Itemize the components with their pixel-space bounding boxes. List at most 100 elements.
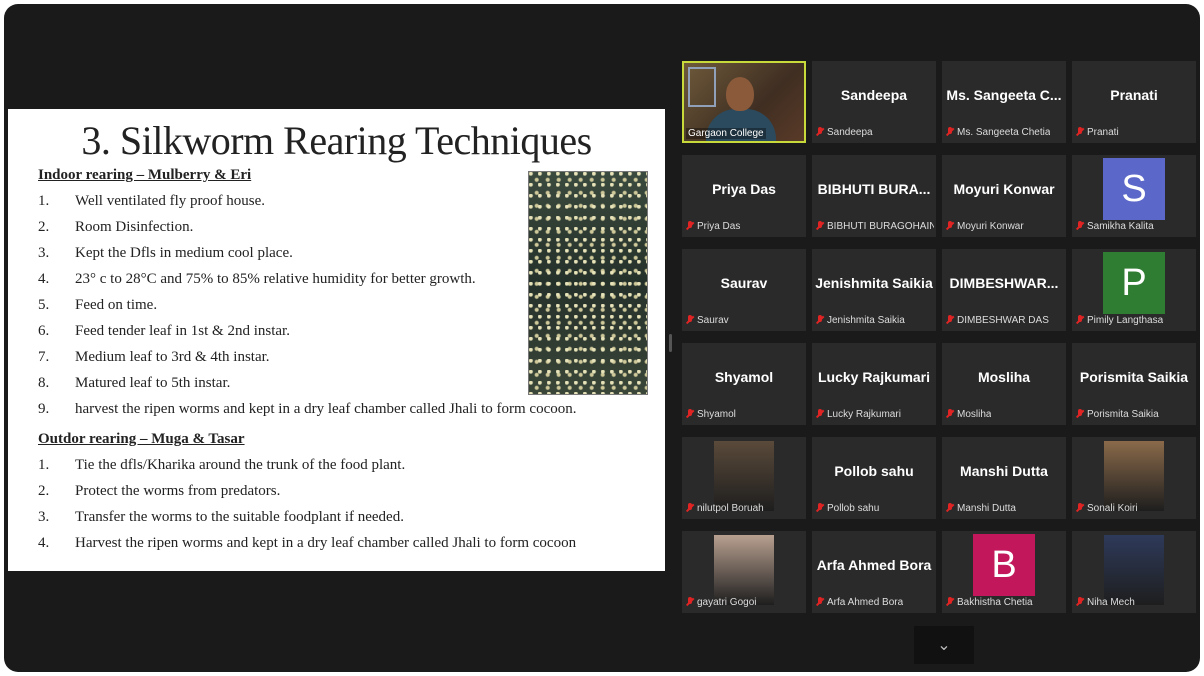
participant-name: Pranati (1110, 87, 1158, 103)
participant-tile[interactable]: S Samikha Kalita (1072, 155, 1196, 237)
outdoor-item-text: Transfer the worms to the suitable foodp… (75, 509, 404, 525)
mic-muted-icon (1076, 503, 1084, 513)
participant-name: Lucky Rajkumari (817, 369, 931, 385)
participant-label: gayatri Gogoi (697, 596, 757, 608)
participant-label: Moyuri Konwar (957, 220, 1024, 232)
participant-tile[interactable]: DIMBESHWAR... DIMBESHWAR DAS (942, 249, 1066, 331)
participant-label-bar: Moyuri Konwar (946, 219, 1024, 233)
mic-muted-icon (686, 315, 694, 325)
participant-label-bar: DIMBESHWAR DAS (946, 313, 1049, 327)
participant-name: Jenishmita Saikia (815, 275, 933, 291)
participant-name: Shyamol (714, 369, 774, 385)
participant-label-bar: Niha Mech (1076, 595, 1135, 609)
indoor-heading: Indoor rearing – Mulberry & Eri (38, 167, 252, 183)
indoor-item-number: 1. (38, 193, 50, 209)
participant-label-bar: Jenishmita Saikia (816, 313, 905, 327)
indoor-item-number: 7. (38, 349, 50, 365)
mic-muted-icon (816, 221, 824, 231)
indoor-item-text: Feed on time. (75, 297, 158, 313)
mic-muted-icon (816, 409, 824, 419)
participant-tile[interactable]: P Pimily Langthasa (1072, 249, 1196, 331)
participant-tile[interactable]: Shyamol Shyamol (682, 343, 806, 425)
participant-label-bar: nilutpol Boruah (686, 501, 764, 515)
participant-label-bar: Saurav (686, 313, 729, 327)
indoor-item-text: Well ventilated fly proof house. (75, 193, 265, 209)
mic-muted-icon (816, 315, 824, 325)
participant-tile[interactable]: Pranati Pranati (1072, 61, 1196, 143)
participant-tile[interactable]: B Bakhistha Chetia (942, 531, 1066, 613)
participant-tile[interactable]: Moyuri Konwar Moyuri Konwar (942, 155, 1066, 237)
mic-muted-icon (686, 597, 694, 607)
participant-tile[interactable]: Sonali Koiri (1072, 437, 1196, 519)
indoor-item-text: Feed tender leaf in 1st & 2nd instar. (75, 323, 290, 339)
mic-muted-icon (946, 127, 954, 137)
participant-tile[interactable]: Saurav Saurav (682, 249, 806, 331)
shared-slide: 3. Silkworm Rearing Techniques Indoor re… (8, 109, 665, 571)
participant-label-bar: BIBHUTI BURAGOHAIN (816, 219, 934, 233)
avatar-initial: P (1103, 252, 1165, 314)
participant-label-bar: Porismita Saikia (1076, 407, 1159, 421)
slide-title: 3. Silkworm Rearing Techniques (81, 118, 592, 163)
gallery-expand-button[interactable]: ⌄ (914, 626, 974, 664)
participant-name: Arfa Ahmed Bora (816, 557, 932, 573)
participant-label: Saurav (697, 314, 729, 326)
participant-label: Pollob sahu (827, 502, 880, 514)
participant-tile[interactable]: Priya Das Priya Das (682, 155, 806, 237)
participant-tile[interactable]: Arfa Ahmed Bora Arfa Ahmed Bora (812, 531, 936, 613)
participant-name: Moyuri Konwar (953, 181, 1055, 197)
indoor-item-text: Kept the Dfls in medium cool place. (75, 245, 293, 261)
participant-tile[interactable]: Lucky Rajkumari Lucky Rajkumari (812, 343, 936, 425)
participant-name: Sandeepa (840, 87, 908, 103)
participant-tile[interactable]: Sandeepa Sandeepa (812, 61, 936, 143)
participant-tile[interactable]: Manshi Dutta Manshi Dutta (942, 437, 1066, 519)
participant-label-bar: Lucky Rajkumari (816, 407, 901, 421)
participant-tile[interactable]: Pollob sahu Pollob sahu (812, 437, 936, 519)
indoor-item-number: 9. (38, 401, 50, 417)
participant-label-bar: Pollob sahu (816, 501, 879, 515)
participant-label: Jenishmita Saikia (827, 314, 905, 326)
outdoor-item-number: 3. (38, 509, 50, 525)
participant-name: BIBHUTI BURA... (817, 181, 931, 197)
video-feed: Gargaon College (684, 63, 804, 141)
meeting-window: 3. Silkworm Rearing Techniques Indoor re… (4, 4, 1200, 672)
participant-tile[interactable]: Niha Mech (1072, 531, 1196, 613)
mic-muted-icon (1076, 315, 1084, 325)
participant-tile[interactable]: Porismita Saikia Porismita Saikia (1072, 343, 1196, 425)
participant-label: Manshi Dutta (957, 502, 1016, 514)
participant-label-bar: Sandeepa (816, 125, 873, 139)
participant-label: DIMBESHWAR DAS (957, 314, 1049, 326)
mic-muted-icon (686, 503, 694, 513)
mic-muted-icon (1076, 221, 1084, 231)
participant-tile[interactable]: Gargaon College (682, 61, 806, 143)
participant-label-bar: Priya Das (686, 219, 740, 233)
participant-tile[interactable]: nilutpol Boruah (682, 437, 806, 519)
participant-tile[interactable]: Ms. Sangeeta C... Ms. Sangeeta Chetia (942, 61, 1066, 143)
participant-label: Arfa Ahmed Bora (827, 596, 904, 608)
mic-muted-icon (686, 409, 694, 419)
mic-muted-icon (946, 409, 954, 419)
mic-muted-icon (1076, 409, 1084, 419)
participant-name: Manshi Dutta (960, 463, 1048, 479)
participant-tile[interactable]: Mosliha Mosliha (942, 343, 1066, 425)
indoor-item-number: 3. (38, 245, 50, 261)
participant-label: Mosliha (957, 408, 992, 420)
participant-tile[interactable]: BIBHUTI BURA... BIBHUTI BURAGOHAIN (812, 155, 936, 237)
participant-label: Shyamol (697, 408, 736, 420)
participant-name: Ms. Sangeeta C... (946, 87, 1062, 103)
participant-name: Mosliha (977, 369, 1031, 385)
indoor-item-text: harvest the ripen worms and kept in a dr… (75, 401, 577, 417)
participant-label-bar: Pimily Langthasa (1076, 313, 1163, 327)
indoor-item-text: Medium leaf to 3rd & 4th instar. (75, 349, 270, 365)
outdoor-item-number: 4. (38, 535, 50, 551)
split-handle[interactable] (669, 334, 672, 352)
indoor-item-text: Matured leaf to 5th instar. (75, 375, 231, 391)
chevron-down-icon: ⌄ (937, 637, 951, 654)
participant-tile[interactable]: Jenishmita Saikia Jenishmita Saikia (812, 249, 936, 331)
participant-tile[interactable]: gayatri Gogoi (682, 531, 806, 613)
participant-label-bar: Shyamol (686, 407, 736, 421)
participant-label: Lucky Rajkumari (827, 408, 901, 420)
participant-label: Priya Das (697, 220, 741, 232)
participant-label: Samikha Kalita (1087, 220, 1154, 232)
mic-muted-icon (816, 127, 824, 137)
outdoor-item-number: 2. (38, 483, 50, 499)
